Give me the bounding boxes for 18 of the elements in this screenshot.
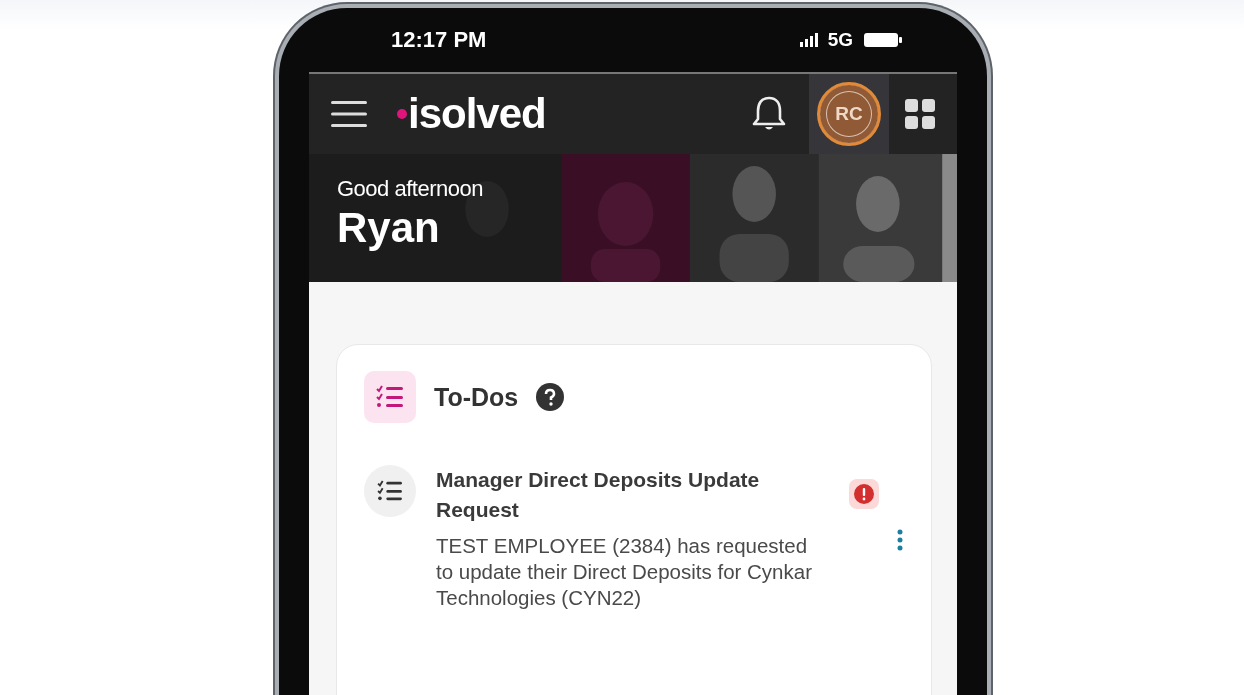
logo-dot-icon [397,109,407,119]
checklist-icon [364,371,416,423]
more-options-icon[interactable] [897,529,903,551]
help-icon[interactable] [536,383,565,411]
app-logo[interactable]: isolved [408,90,546,138]
menu-icon[interactable] [331,100,367,128]
checklist-icon [364,465,416,517]
status-time: 12:17 PM [391,27,487,53]
greeting-text: Good afternoon [337,176,484,202]
network-label: 5G [827,29,853,51]
card-title: To-Dos [434,382,519,412]
battery-icon [863,32,903,48]
avatar-button[interactable]: RC [809,74,889,154]
todo-title[interactable]: Manager Direct Deposits Update Request [436,465,829,525]
apps-grid-icon[interactable] [905,99,935,129]
todo-description: TEST EMPLOYEE (2384) has requested to update their Direct Deposits for Cynkar Technologies (CYN22) [436,533,813,611]
user-avatar: RC [817,82,881,146]
user-name: Ryan [337,204,441,252]
